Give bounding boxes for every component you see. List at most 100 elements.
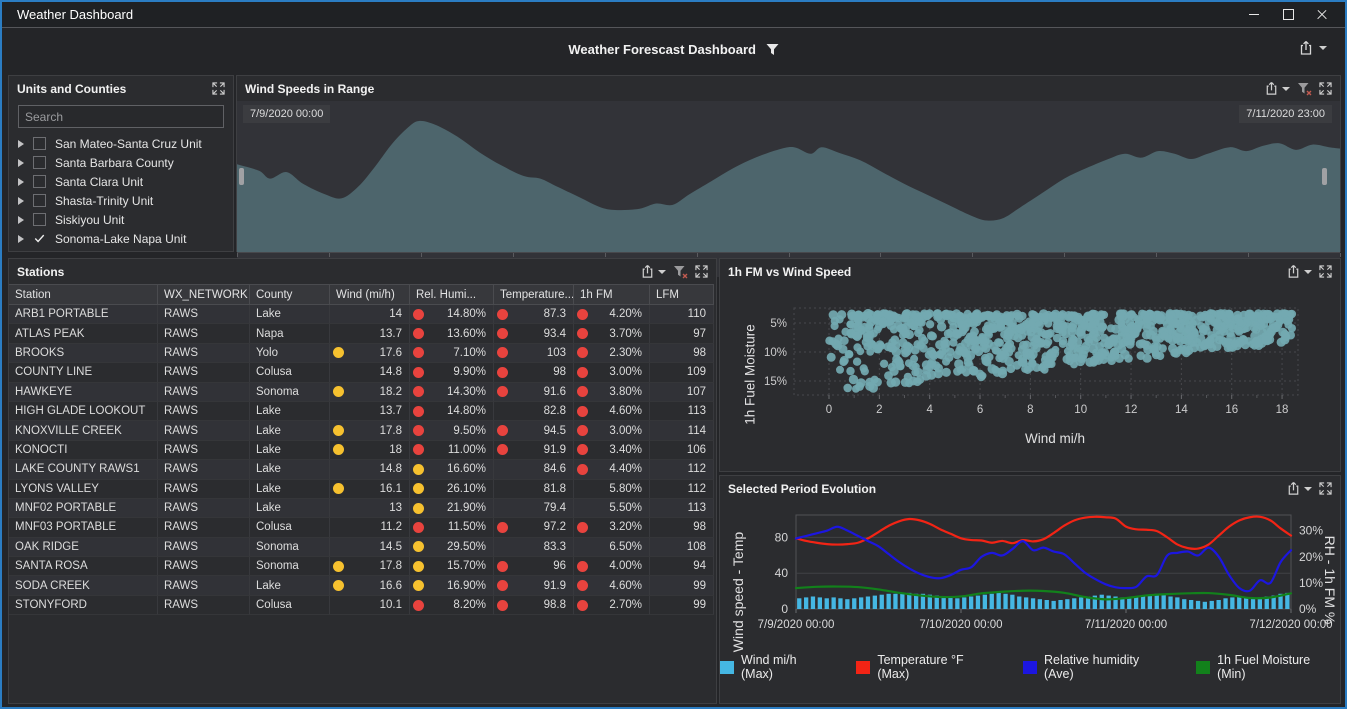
- tree-item[interactable]: San Mateo-Santa Cruz Unit: [9, 134, 233, 153]
- table-cell: 98: [650, 344, 714, 363]
- wind-expand-button[interactable]: [1319, 82, 1332, 95]
- status-dot-red: [577, 347, 588, 358]
- tree-item[interactable]: Sonoma-Lake Napa Unit: [9, 229, 233, 248]
- tree-item[interactable]: Santa Clara Unit: [9, 172, 233, 191]
- evolution-export-button[interactable]: [1286, 481, 1312, 496]
- tree-expander-icon[interactable]: [18, 235, 24, 243]
- maximize-button[interactable]: [1271, 4, 1305, 26]
- scatter-expand-button[interactable]: [1319, 265, 1332, 278]
- range-slider-right-handle[interactable]: [1322, 168, 1327, 185]
- checkbox[interactable]: [33, 175, 46, 188]
- units-expand-button[interactable]: [212, 82, 225, 95]
- table-cell: 13.7: [330, 324, 410, 343]
- status-dot-red: [497, 425, 508, 436]
- status-dot-yellow: [333, 347, 344, 358]
- table-cell: 5.50%: [574, 499, 650, 518]
- expand-icon: [212, 82, 225, 95]
- range-slider-left-handle[interactable]: [239, 168, 244, 185]
- status-dot-red: [577, 464, 588, 475]
- axis-tick: [513, 253, 514, 257]
- table-cell: RAWS: [158, 383, 250, 402]
- scatter-export-button[interactable]: [1286, 264, 1312, 279]
- column-header[interactable]: County: [250, 284, 330, 305]
- tree-expander-icon[interactable]: [18, 197, 24, 205]
- column-header[interactable]: Temperature...: [494, 284, 574, 305]
- svg-text:Wind mi/h: Wind mi/h: [1025, 431, 1085, 446]
- checkbox[interactable]: [33, 156, 46, 169]
- table-cell: RAWS: [158, 441, 250, 460]
- table-cell: 109: [650, 363, 714, 382]
- table-cell: HIGH GLADE LOOKOUT: [9, 402, 158, 421]
- dashboard-title: Weather Forescast Dashboard: [568, 42, 756, 57]
- evolution-right-axis-label: RH - 1h FM %: [1322, 510, 1338, 650]
- status-dot-red: [497, 347, 508, 358]
- table-cell: 2.30%: [574, 344, 650, 363]
- table-cell: 14.8: [330, 363, 410, 382]
- column-header[interactable]: WX_NETWORK: [158, 284, 250, 305]
- stations-table-body: ARB1 PORTABLERAWSLake1414.80%87.34.20%11…: [9, 305, 716, 615]
- stations-expand-button[interactable]: [695, 265, 708, 278]
- svg-text:20%: 20%: [1299, 550, 1323, 564]
- tree-item[interactable]: Shasta-Trinity Unit: [9, 191, 233, 210]
- table-cell: 3.40%: [574, 441, 650, 460]
- search-input[interactable]: [18, 105, 224, 128]
- tree-expander-icon[interactable]: [18, 216, 24, 224]
- checkbox[interactable]: [33, 194, 46, 207]
- tree-item[interactable]: Siskiyou Unit: [9, 210, 233, 229]
- column-header[interactable]: LFM: [650, 284, 714, 305]
- checkbox[interactable]: [33, 137, 46, 150]
- wind-clear-filter-button[interactable]: [1297, 82, 1312, 96]
- status-dot-red: [413, 444, 424, 455]
- checkbox[interactable]: [33, 232, 46, 245]
- tree-expander-icon[interactable]: [18, 140, 24, 148]
- evolution-expand-button[interactable]: [1319, 482, 1332, 495]
- range-start-label: 7/9/2020 00:00: [243, 105, 330, 123]
- column-header[interactable]: Wind (mi/h): [330, 284, 410, 305]
- legend-item[interactable]: 1h Fuel Moisture (Min): [1196, 653, 1340, 681]
- svg-text:0: 0: [781, 602, 788, 616]
- column-header[interactable]: 1h FM: [574, 284, 650, 305]
- export-icon: [640, 264, 655, 279]
- minimize-button[interactable]: [1237, 4, 1271, 26]
- table-cell: 4.20%: [574, 305, 650, 324]
- wind-export-button[interactable]: [1264, 81, 1290, 96]
- status-dot-red: [413, 406, 424, 417]
- table-cell: RAWS: [158, 305, 250, 324]
- tree-item[interactable]: Santa Barbara County: [9, 153, 233, 172]
- scatter-panel-title: 1h FM vs Wind Speed: [728, 265, 851, 279]
- stations-export-button[interactable]: [640, 264, 666, 279]
- checkmark-icon: [34, 233, 45, 244]
- close-button[interactable]: [1305, 4, 1339, 26]
- units-tree: San Mateo-Santa Cruz UnitSanta Barbara C…: [9, 134, 233, 248]
- status-dot-red: [413, 425, 424, 436]
- filter-funnel-icon[interactable]: [766, 43, 779, 56]
- table-cell: 16.60%: [410, 460, 494, 479]
- table-cell: Lake: [250, 305, 330, 324]
- column-header[interactable]: Rel. Humi...: [410, 284, 494, 305]
- status-dot-red: [413, 309, 424, 320]
- tree-expander-icon[interactable]: [18, 178, 24, 186]
- table-cell: STONYFORD: [9, 596, 158, 615]
- column-header[interactable]: Station: [9, 284, 158, 305]
- legend-item[interactable]: Temperature °F (Max): [856, 653, 997, 681]
- filter-clear-icon: [1297, 82, 1312, 96]
- legend-item[interactable]: Relative humidity (Ave): [1023, 653, 1170, 681]
- svg-text:2: 2: [876, 404, 882, 416]
- stations-clear-filter-button[interactable]: [673, 265, 688, 279]
- axis-tick: [972, 253, 973, 257]
- status-dot-red: [577, 444, 588, 455]
- dashboard-export-button[interactable]: [1298, 40, 1327, 56]
- table-cell: 98: [650, 518, 714, 537]
- caret-down-icon: [1304, 487, 1312, 491]
- caret-down-icon: [1282, 87, 1290, 91]
- svg-text:10%: 10%: [764, 347, 787, 359]
- table-cell: HAWKEYE: [9, 383, 158, 402]
- table-cell: 2.70%: [574, 596, 650, 615]
- table-cell: RAWS: [158, 363, 250, 382]
- tree-expander-icon[interactable]: [18, 159, 24, 167]
- checkbox[interactable]: [33, 213, 46, 226]
- wind-range-chart[interactable]: 7/9/2020 00:00 7/11/2020 23:00: [237, 101, 1340, 252]
- status-dot-yellow: [413, 503, 424, 514]
- svg-text:0%: 0%: [1299, 602, 1317, 616]
- svg-text:15%: 15%: [764, 376, 787, 388]
